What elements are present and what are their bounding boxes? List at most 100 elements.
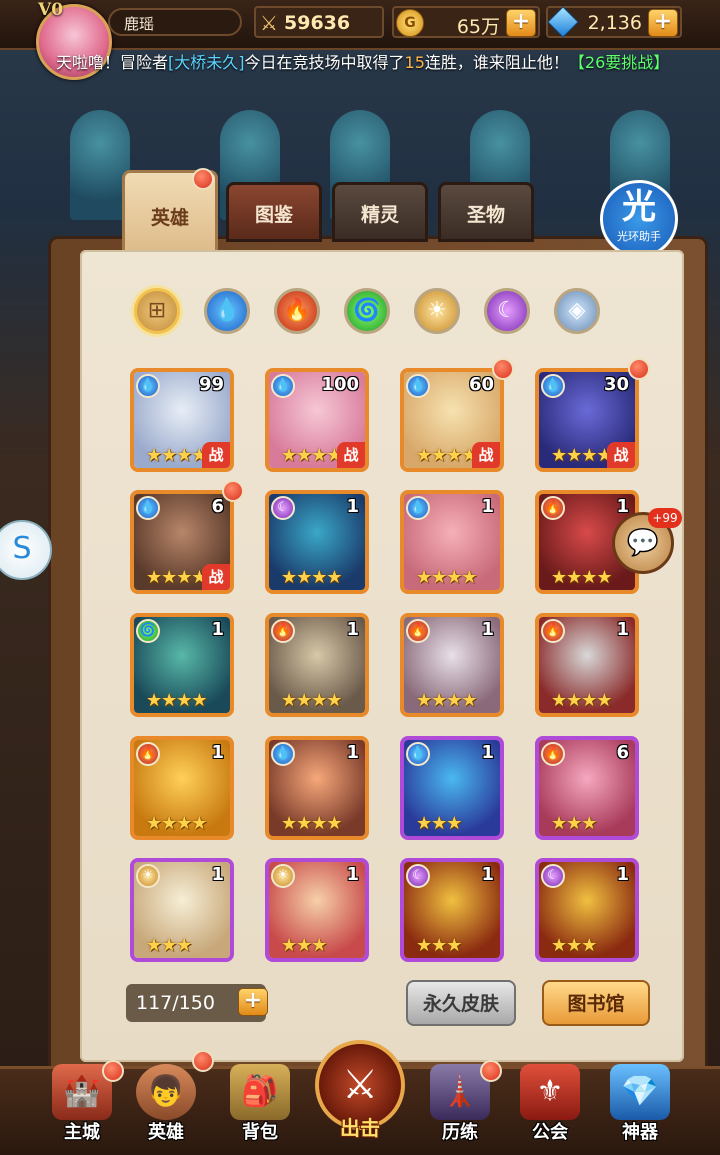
hero-stars: ★★★ — [551, 935, 597, 956]
guild-emblem-icon: ⚜ — [520, 1064, 580, 1120]
hero-card[interactable]: 🔥 1 ★★★★ — [400, 613, 504, 717]
gold-value: 65万 — [456, 16, 500, 38]
tab-codex[interactable]: 图鉴 — [226, 182, 322, 242]
hero-stars: ★★★ — [281, 935, 327, 956]
nav-label: 英雄 — [148, 1122, 184, 1143]
notification-dot — [192, 168, 214, 190]
dark-element-icon: ☾ — [406, 864, 430, 888]
water-element-icon: 💧 — [271, 374, 295, 398]
notification-dot — [492, 358, 514, 380]
tab-relics[interactable]: 圣物 — [438, 182, 534, 242]
hero-card[interactable]: 🔥 1 ★★★★ — [265, 613, 369, 717]
nav-guild[interactable]: ⚜ 公会 — [508, 1060, 592, 1152]
ticker-player-name[interactable]: [大桥未久] — [168, 53, 245, 72]
water-element-icon: 💧 — [541, 374, 565, 398]
hero-level: 6 — [616, 742, 629, 763]
hero-level: 1 — [211, 619, 224, 640]
filter-wind-icon[interactable]: 🌀 — [344, 288, 390, 334]
chat-unread-badge: +99 — [648, 508, 682, 528]
hero-card[interactable]: 🔥 1 ★★★★ — [130, 736, 234, 840]
hero-level: 1 — [616, 619, 629, 640]
library-button[interactable]: 图书馆 — [542, 980, 650, 1026]
backpack-icon: 🎒 — [230, 1064, 290, 1120]
hero-stars: ★★★★ — [281, 445, 343, 466]
filter-fire-icon[interactable]: 🔥 — [274, 288, 320, 334]
crystal-icon: 💎 — [610, 1064, 670, 1120]
hero-stars: ★★★ — [551, 813, 597, 834]
ticker-text: 连胜，谁来阻止他！ — [424, 53, 569, 72]
crossed-swords-icon: ⚔ — [260, 11, 278, 35]
add-gold-button[interactable]: + — [506, 9, 536, 37]
filter-all[interactable]: ⊞ — [134, 288, 180, 334]
power-value: 59636 — [284, 12, 351, 34]
hero-card[interactable]: ☀ 1 ★★★ — [265, 858, 369, 962]
notification-dot — [480, 1060, 502, 1082]
hero-card[interactable]: 💧 100 ★★★★ 战 — [265, 368, 369, 472]
announcement-ticker: 天啦噜！冒险者[大桥未久]今日在竞技场中取得了15连胜，谁来阻止他！【26要挑战… — [56, 52, 684, 98]
nav-heroes[interactable]: 👦 英雄 — [124, 1060, 208, 1152]
hero-stars: ★★★★ — [281, 690, 343, 711]
hero-level: 60 — [468, 374, 494, 395]
nav-artifact[interactable]: 💎 神器 — [598, 1060, 682, 1152]
water-element-icon: 💧 — [406, 374, 430, 398]
player-name[interactable]: 鹿瑶 — [108, 8, 242, 36]
ticker-text: 天啦噜！冒险者 — [56, 53, 169, 72]
background-window — [70, 110, 130, 220]
permanent-skins-button[interactable]: 永久皮肤 — [406, 980, 516, 1026]
filter-light-icon[interactable]: ☀ — [414, 288, 460, 334]
hero-card[interactable]: ☀ 1 ★★★ — [130, 858, 234, 962]
hero-level: 1 — [481, 496, 494, 517]
hero-card[interactable]: 💧 6 ★★★★ 战 — [130, 490, 234, 594]
in-battle-badge: 战 — [202, 442, 230, 468]
dark-element-icon: ☾ — [541, 864, 565, 888]
hero-card[interactable]: 💧 60 ★★★★ 战 — [400, 368, 504, 472]
gold-coin-icon: G — [396, 9, 424, 37]
hero-card[interactable]: 💧 1 ★★★ — [400, 736, 504, 840]
hero-card[interactable]: 💧 1 ★★★★ — [400, 490, 504, 594]
tab-spirits[interactable]: 精灵 — [332, 182, 428, 242]
hero-card[interactable]: 🌀 1 ★★★★ — [130, 613, 234, 717]
expand-capacity-button[interactable]: + — [238, 988, 268, 1016]
nav-bag[interactable]: 🎒 背包 — [218, 1060, 302, 1152]
nav-label: 公会 — [532, 1122, 568, 1143]
nav-battle[interactable]: ⚔ 出击 — [312, 1040, 408, 1152]
fire-element-icon: 🔥 — [541, 742, 565, 766]
helper-label: 光环助手 — [617, 230, 661, 243]
hero-stars: ★★★★ — [146, 445, 208, 466]
hero-card[interactable]: 💧 99 ★★★★ 战 — [130, 368, 234, 472]
hero-stars: ★★★★ — [146, 690, 208, 711]
in-battle-badge: 战 — [202, 564, 230, 590]
filter-void-icon[interactable]: ◈ — [554, 288, 600, 334]
water-element-icon: 💧 — [136, 374, 160, 398]
ticker-challenge-link[interactable]: 【26要挑战】 — [569, 53, 669, 72]
add-gems-button[interactable]: + — [648, 9, 678, 37]
hero-level: 1 — [346, 742, 359, 763]
filter-dark-icon[interactable]: ☾ — [484, 288, 530, 334]
notification-dot — [222, 480, 244, 502]
in-battle-badge: 战 — [472, 442, 500, 468]
hero-card[interactable]: 🔥 1 ★★★★ — [535, 613, 639, 717]
water-element-icon: 💧 — [406, 742, 430, 766]
hero-level: 6 — [211, 496, 224, 517]
hero-card[interactable]: ☾ 1 ★★★ — [400, 858, 504, 962]
gem-value: 2,136 — [587, 12, 642, 34]
water-element-icon: 💧 — [136, 496, 160, 520]
hero-card[interactable]: ☾ 1 ★★★ — [535, 858, 639, 962]
hero-stars: ★★★★ — [146, 813, 208, 834]
hero-card[interactable]: 💧 30 ★★★★ 战 — [535, 368, 639, 472]
hero-stars: ★★★★ — [416, 445, 478, 466]
wind-element-icon: 🌀 — [136, 619, 160, 643]
notification-dot — [628, 358, 650, 380]
hero-card[interactable]: 💧 1 ★★★★ — [265, 736, 369, 840]
ticker-streak: 15 — [404, 53, 425, 72]
light-element-icon: ☀ — [271, 864, 295, 888]
hero-card[interactable]: 🔥 6 ★★★ — [535, 736, 639, 840]
light-element-icon: ☀ — [136, 864, 160, 888]
hero-stars: ★★★★ — [551, 445, 613, 466]
notification-dot — [102, 1060, 124, 1082]
hero-card[interactable]: ☾ 1 ★★★★ — [265, 490, 369, 594]
filter-water-icon[interactable]: 💧 — [204, 288, 250, 334]
halo-assistant-button[interactable]: 光 光环助手 — [600, 180, 678, 258]
in-battle-badge: 战 — [337, 442, 365, 468]
nav-label: 主城 — [64, 1122, 100, 1143]
